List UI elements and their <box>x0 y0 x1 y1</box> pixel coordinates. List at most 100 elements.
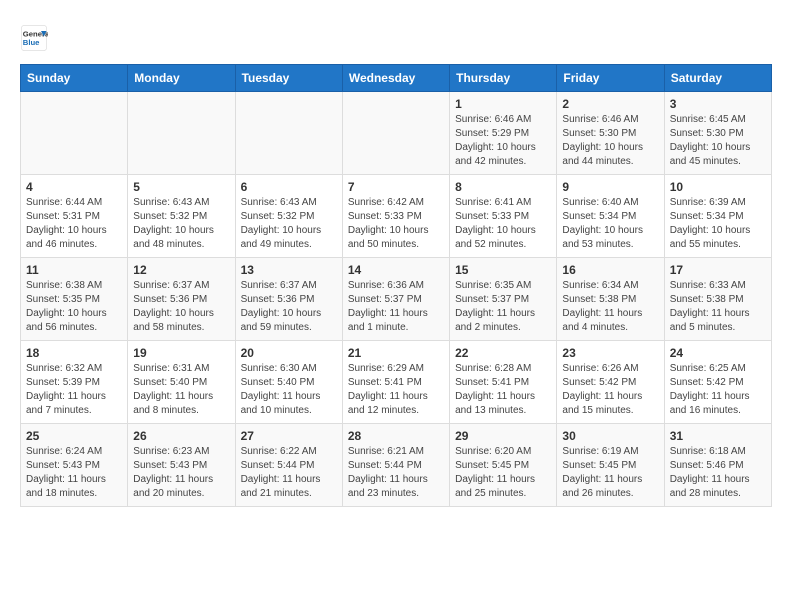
week-row-4: 18 Sunrise: 6:32 AM Sunset: 5:39 PM Dayli… <box>21 341 772 424</box>
day-info: Sunrise: 6:19 AM Sunset: 5:45 PM Dayligh… <box>562 445 658 501</box>
day-info: Sunrise: 6:43 AM Sunset: 5:32 PM Dayligh… <box>133 196 229 252</box>
day-number: 8 <box>455 180 551 194</box>
day-cell: 26 Sunrise: 6:23 AM Sunset: 5:43 PM Dayli… <box>128 424 235 507</box>
day-cell <box>235 92 342 175</box>
calendar-header: SundayMondayTuesdayWednesdayThursdayFrid… <box>21 65 772 92</box>
day-number: 26 <box>133 429 229 443</box>
day-number: 15 <box>455 263 551 277</box>
header-row: SundayMondayTuesdayWednesdayThursdayFrid… <box>21 65 772 92</box>
day-number: 22 <box>455 346 551 360</box>
day-cell: 25 Sunrise: 6:24 AM Sunset: 5:43 PM Dayli… <box>21 424 128 507</box>
day-info: Sunrise: 6:40 AM Sunset: 5:34 PM Dayligh… <box>562 196 658 252</box>
day-cell <box>342 92 449 175</box>
day-cell: 31 Sunrise: 6:18 AM Sunset: 5:46 PM Dayli… <box>664 424 771 507</box>
day-info: Sunrise: 6:45 AM Sunset: 5:30 PM Dayligh… <box>670 113 766 169</box>
calendar-body: 1Sunrise: 6:46 AM Sunset: 5:29 PM Daylig… <box>21 92 772 507</box>
day-number: 16 <box>562 263 658 277</box>
day-number: 20 <box>241 346 337 360</box>
day-cell: 11 Sunrise: 6:38 AM Sunset: 5:35 PM Dayli… <box>21 258 128 341</box>
day-number: 7 <box>348 180 444 194</box>
day-number: 31 <box>670 429 766 443</box>
day-cell: 21 Sunrise: 6:29 AM Sunset: 5:41 PM Dayli… <box>342 341 449 424</box>
day-cell: 23Sunrise: 6:26 AM Sunset: 5:42 PM Dayli… <box>557 341 664 424</box>
day-cell: 18 Sunrise: 6:32 AM Sunset: 5:39 PM Dayli… <box>21 341 128 424</box>
day-info: Sunrise: 6:25 AM Sunset: 5:42 PM Dayligh… <box>670 362 766 418</box>
day-info: Sunrise: 6:46 AM Sunset: 5:30 PM Dayligh… <box>562 113 658 169</box>
day-info: Sunrise: 6:43 AM Sunset: 5:32 PM Dayligh… <box>241 196 337 252</box>
day-cell: 24Sunrise: 6:25 AM Sunset: 5:42 PM Dayli… <box>664 341 771 424</box>
day-cell: 14 Sunrise: 6:36 AM Sunset: 5:37 PM Dayli… <box>342 258 449 341</box>
day-info: Sunrise: 6:24 AM Sunset: 5:43 PM Dayligh… <box>26 445 122 501</box>
day-info: Sunrise: 6:44 AM Sunset: 5:31 PM Dayligh… <box>26 196 122 252</box>
day-info: Sunrise: 6:34 AM Sunset: 5:38 PM Dayligh… <box>562 279 658 335</box>
day-number: 18 <box>26 346 122 360</box>
day-info: Sunrise: 6:37 AM Sunset: 5:36 PM Dayligh… <box>133 279 229 335</box>
page: General Blue SundayMondayTuesdayWednesda… <box>0 0 792 517</box>
header-cell-wednesday: Wednesday <box>342 65 449 92</box>
day-number: 19 <box>133 346 229 360</box>
day-info: Sunrise: 6:39 AM Sunset: 5:34 PM Dayligh… <box>670 196 766 252</box>
day-info: Sunrise: 6:31 AM Sunset: 5:40 PM Dayligh… <box>133 362 229 418</box>
logo: General Blue <box>20 24 52 52</box>
day-cell: 16 Sunrise: 6:34 AM Sunset: 5:38 PM Dayli… <box>557 258 664 341</box>
day-number: 25 <box>26 429 122 443</box>
day-number: 30 <box>562 429 658 443</box>
week-row-1: 1Sunrise: 6:46 AM Sunset: 5:29 PM Daylig… <box>21 92 772 175</box>
day-info: Sunrise: 6:41 AM Sunset: 5:33 PM Dayligh… <box>455 196 551 252</box>
day-number: 4 <box>26 180 122 194</box>
header-cell-monday: Monday <box>128 65 235 92</box>
day-cell: 7 Sunrise: 6:42 AM Sunset: 5:33 PM Daylig… <box>342 175 449 258</box>
day-info: Sunrise: 6:18 AM Sunset: 5:46 PM Dayligh… <box>670 445 766 501</box>
day-info: Sunrise: 6:28 AM Sunset: 5:41 PM Dayligh… <box>455 362 551 418</box>
day-info: Sunrise: 6:35 AM Sunset: 5:37 PM Dayligh… <box>455 279 551 335</box>
calendar-table: SundayMondayTuesdayWednesdayThursdayFrid… <box>20 64 772 507</box>
header-cell-friday: Friday <box>557 65 664 92</box>
day-cell <box>128 92 235 175</box>
svg-text:Blue: Blue <box>23 38 40 47</box>
day-cell: 10 Sunrise: 6:39 AM Sunset: 5:34 PM Dayli… <box>664 175 771 258</box>
day-info: Sunrise: 6:32 AM Sunset: 5:39 PM Dayligh… <box>26 362 122 418</box>
header-cell-tuesday: Tuesday <box>235 65 342 92</box>
day-cell: 2Sunrise: 6:46 AM Sunset: 5:30 PM Daylig… <box>557 92 664 175</box>
week-row-5: 25 Sunrise: 6:24 AM Sunset: 5:43 PM Dayli… <box>21 424 772 507</box>
day-info: Sunrise: 6:38 AM Sunset: 5:35 PM Dayligh… <box>26 279 122 335</box>
day-info: Sunrise: 6:36 AM Sunset: 5:37 PM Dayligh… <box>348 279 444 335</box>
day-cell: 15 Sunrise: 6:35 AM Sunset: 5:37 PM Dayli… <box>450 258 557 341</box>
day-number: 13 <box>241 263 337 277</box>
day-number: 10 <box>670 180 766 194</box>
day-cell: 28Sunrise: 6:21 AM Sunset: 5:44 PM Dayli… <box>342 424 449 507</box>
day-number: 6 <box>241 180 337 194</box>
day-info: Sunrise: 6:37 AM Sunset: 5:36 PM Dayligh… <box>241 279 337 335</box>
header: General Blue <box>20 20 772 52</box>
day-info: Sunrise: 6:42 AM Sunset: 5:33 PM Dayligh… <box>348 196 444 252</box>
week-row-3: 11 Sunrise: 6:38 AM Sunset: 5:35 PM Dayli… <box>21 258 772 341</box>
day-cell: 13 Sunrise: 6:37 AM Sunset: 5:36 PM Dayli… <box>235 258 342 341</box>
day-cell: 5Sunrise: 6:43 AM Sunset: 5:32 PM Daylig… <box>128 175 235 258</box>
day-number: 11 <box>26 263 122 277</box>
day-number: 27 <box>241 429 337 443</box>
day-number: 9 <box>562 180 658 194</box>
header-cell-sunday: Sunday <box>21 65 128 92</box>
day-cell: 3Sunrise: 6:45 AM Sunset: 5:30 PM Daylig… <box>664 92 771 175</box>
day-info: Sunrise: 6:26 AM Sunset: 5:42 PM Dayligh… <box>562 362 658 418</box>
day-info: Sunrise: 6:21 AM Sunset: 5:44 PM Dayligh… <box>348 445 444 501</box>
day-info: Sunrise: 6:20 AM Sunset: 5:45 PM Dayligh… <box>455 445 551 501</box>
day-info: Sunrise: 6:29 AM Sunset: 5:41 PM Dayligh… <box>348 362 444 418</box>
day-number: 12 <box>133 263 229 277</box>
day-info: Sunrise: 6:30 AM Sunset: 5:40 PM Dayligh… <box>241 362 337 418</box>
week-row-2: 4 Sunrise: 6:44 AM Sunset: 5:31 PM Daylig… <box>21 175 772 258</box>
day-info: Sunrise: 6:33 AM Sunset: 5:38 PM Dayligh… <box>670 279 766 335</box>
day-cell: 22 Sunrise: 6:28 AM Sunset: 5:41 PM Dayli… <box>450 341 557 424</box>
day-cell: 19 Sunrise: 6:31 AM Sunset: 5:40 PM Dayli… <box>128 341 235 424</box>
header-cell-saturday: Saturday <box>664 65 771 92</box>
day-info: Sunrise: 6:46 AM Sunset: 5:29 PM Dayligh… <box>455 113 551 169</box>
day-cell: 17Sunrise: 6:33 AM Sunset: 5:38 PM Dayli… <box>664 258 771 341</box>
day-info: Sunrise: 6:23 AM Sunset: 5:43 PM Dayligh… <box>133 445 229 501</box>
logo-icon: General Blue <box>20 24 48 52</box>
day-info: Sunrise: 6:22 AM Sunset: 5:44 PM Dayligh… <box>241 445 337 501</box>
day-number: 14 <box>348 263 444 277</box>
day-number: 21 <box>348 346 444 360</box>
day-cell: 12 Sunrise: 6:37 AM Sunset: 5:36 PM Dayli… <box>128 258 235 341</box>
day-cell <box>21 92 128 175</box>
day-cell: 27 Sunrise: 6:22 AM Sunset: 5:44 PM Dayli… <box>235 424 342 507</box>
